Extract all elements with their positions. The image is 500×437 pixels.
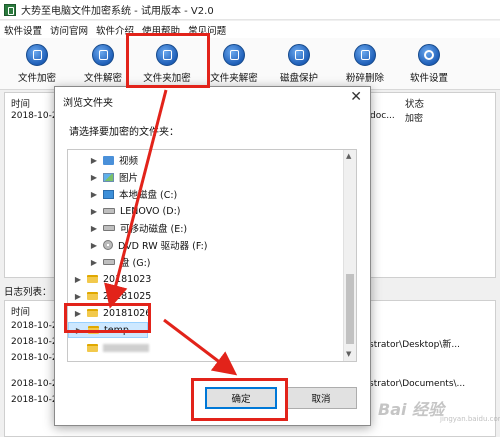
arrow-to-temp <box>104 89 168 309</box>
watermark: Bai 经验 <box>378 400 445 419</box>
watermark-url: jingyan.baidu.com <box>440 415 500 423</box>
arrow-to-ok <box>163 318 238 376</box>
annotation-arrows <box>104 89 238 376</box>
